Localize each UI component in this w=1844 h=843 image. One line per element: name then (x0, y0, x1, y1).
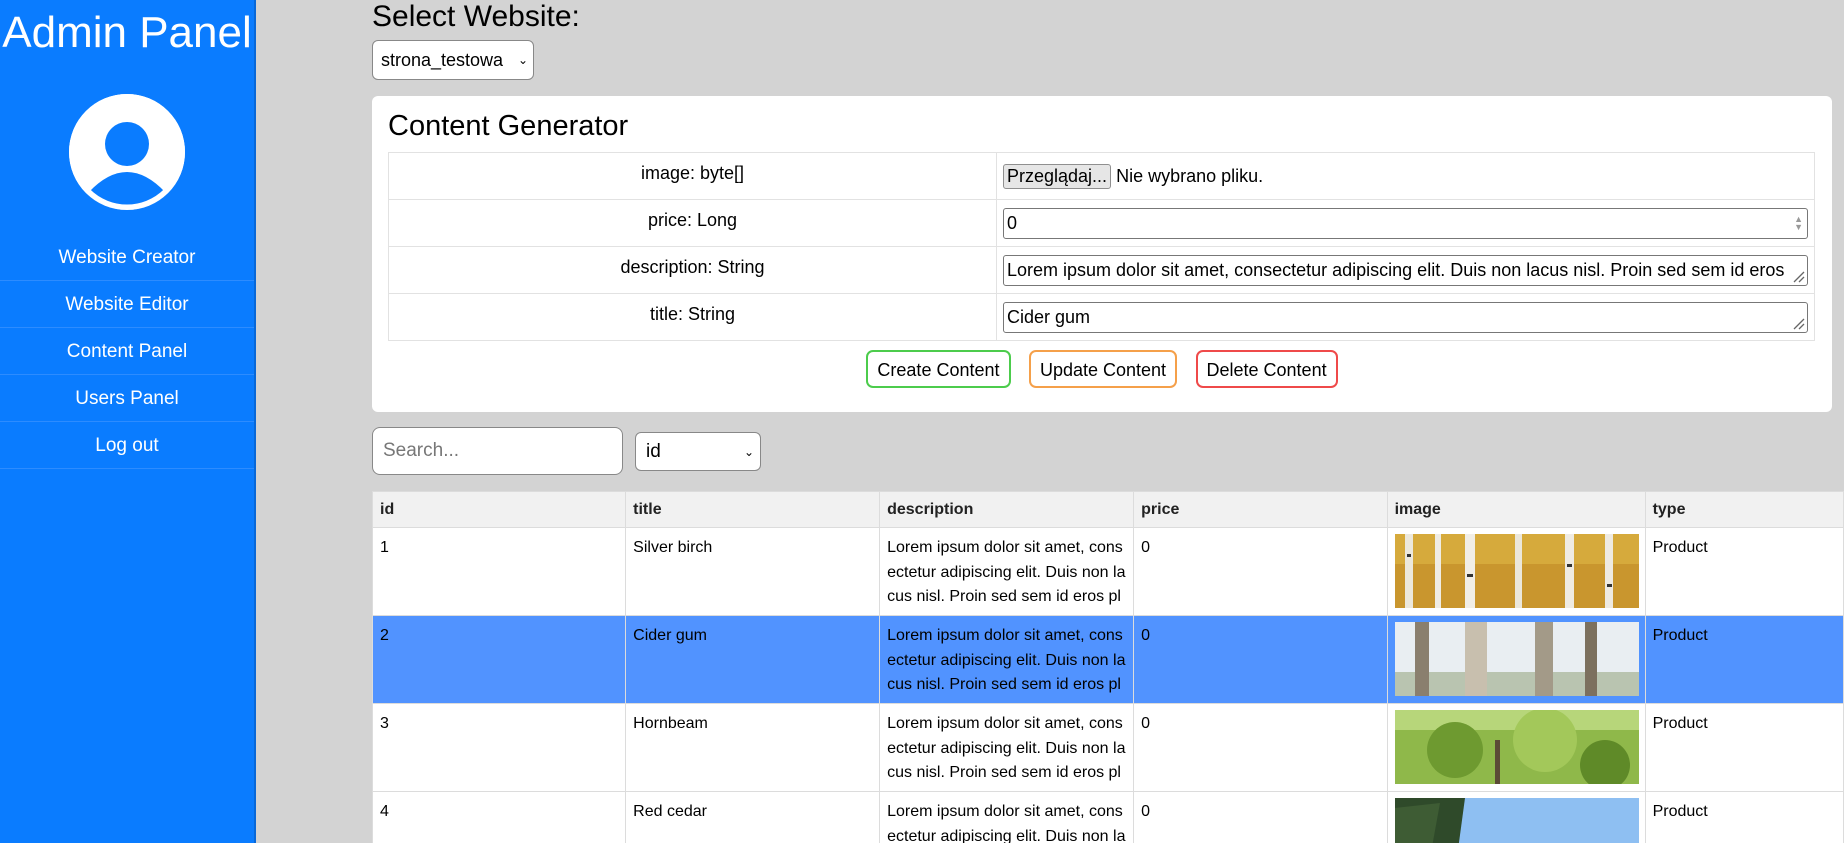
cell-id: 4 (371, 791, 627, 843)
resize-handle-icon[interactable] (1791, 269, 1805, 283)
cell-price: 0 (1133, 615, 1388, 704)
generator-form: image: byte[] Przeglądaj... Nie wybrano … (388, 152, 1815, 341)
cell-type: Product (1644, 791, 1844, 843)
cell-description: Lorem ipsum dolor sit amet, consectetur … (879, 791, 1135, 843)
description-textarea[interactable]: Lorem ipsum dolor sit amet, consectetur … (1003, 254, 1808, 286)
cell-description: Lorem ipsum dolor sit amet, consectetur … (879, 615, 1135, 704)
cell-type: Product (1644, 703, 1844, 792)
cell-title: Cider gum (625, 615, 881, 704)
table-header-row: id title description price image type (371, 491, 1844, 528)
cell-price: 0 (1133, 703, 1388, 792)
sidebar-nav: Website Creator Website Editor Content P… (0, 234, 254, 469)
sidebar: Admin Panel Website Creator Website Edit… (0, 0, 256, 843)
column-header-id[interactable]: id (371, 491, 627, 528)
column-header-description[interactable]: description (879, 491, 1135, 528)
resize-handle-icon[interactable] (1791, 316, 1805, 330)
chevron-down-icon: ⌄ (517, 53, 528, 67)
content-generator: Content Generator image: byte[] Przegląd… (372, 96, 1832, 412)
nav-website-creator[interactable]: Website Creator (0, 234, 254, 281)
column-header-price[interactable]: price (1133, 491, 1388, 528)
chevron-down-icon: ⌄ (743, 445, 754, 459)
generator-actions: Create Content Update Content Delete Con… (372, 350, 1832, 388)
description-field-label: description: String (388, 246, 997, 294)
content-generator-title: Content Generator (388, 110, 629, 142)
file-status: Nie wybrano pliku. (1116, 165, 1264, 186)
main-area: Select Website: strona_testowa ⌄ Content… (256, 0, 1844, 843)
column-header-image[interactable]: image (1386, 491, 1646, 528)
nav-website-editor[interactable]: Website Editor (0, 281, 254, 328)
delete-content-button[interactable]: Delete Content (1195, 350, 1338, 388)
cell-price: 0 (1133, 791, 1388, 843)
table-row-selected[interactable]: 2 Cider gum Lorem ipsum dolor sit amet, … (371, 615, 1844, 704)
hornbeam-image (1394, 710, 1639, 784)
cell-title: Silver birch (625, 527, 881, 616)
title-textarea-value: Cider gum (1007, 306, 1091, 327)
search-column-select[interactable]: id ⌄ (635, 432, 761, 471)
cell-type: Product (1644, 527, 1844, 616)
red-cedar-image (1394, 798, 1639, 843)
user-avatar-icon (69, 94, 185, 210)
table-row[interactable]: 3 Hornbeam Lorem ipsum dolor sit amet, c… (371, 703, 1844, 792)
nav-users-panel[interactable]: Users Panel (0, 375, 254, 422)
silver-birch-image (1394, 534, 1639, 608)
table-row[interactable]: 4 Red cedar Lorem ipsum dolor sit amet, … (371, 791, 1844, 843)
cell-title: Hornbeam (625, 703, 881, 792)
cider-gum-image (1394, 622, 1639, 696)
title-field-label: title: String (388, 293, 997, 341)
content-table: id title description price image type 1 … (371, 491, 1844, 843)
cell-description: Lorem ipsum dolor sit amet, consectetur … (879, 703, 1135, 792)
select-website-heading: Select Website: (372, 0, 580, 33)
cell-id: 3 (371, 703, 627, 792)
price-field-label: price: Long (388, 199, 997, 247)
cell-type: Product (1644, 615, 1844, 704)
cell-title: Red cedar (625, 791, 881, 843)
search-input[interactable]: Search... (372, 427, 623, 475)
price-input-value: 0 (1007, 212, 1018, 233)
browse-file-button[interactable]: Przeglądaj... (1003, 163, 1112, 189)
cell-id: 1 (371, 527, 627, 616)
description-textarea-value: Lorem ipsum dolor sit amet, consectetur … (1007, 259, 1785, 280)
title-textarea[interactable]: Cider gum (1003, 301, 1808, 333)
column-header-type[interactable]: type (1644, 491, 1844, 528)
search-column-value: id (646, 441, 661, 462)
table-row[interactable]: 1 Silver birch Lorem ipsum dolor sit ame… (371, 527, 1844, 616)
price-input[interactable]: 0 ▲ ▼ (1003, 207, 1808, 239)
nav-content-panel[interactable]: Content Panel (0, 328, 254, 375)
spinner-icon[interactable]: ▲ ▼ (1794, 214, 1803, 231)
cell-description: Lorem ipsum dolor sit amet, consectetur … (879, 527, 1135, 616)
nav-log-out[interactable]: Log out (0, 422, 254, 469)
update-content-button[interactable]: Update Content (1028, 350, 1178, 388)
cell-id: 2 (371, 615, 627, 704)
cell-price: 0 (1133, 527, 1388, 616)
create-content-button[interactable]: Create Content (866, 350, 1011, 388)
app-title: Admin Panel (2, 8, 252, 57)
image-field-label: image: byte[] (388, 152, 997, 200)
column-header-title[interactable]: title (625, 491, 881, 528)
website-select[interactable]: strona_testowa ⌄ (372, 40, 534, 80)
website-select-value: strona_testowa (381, 50, 504, 70)
